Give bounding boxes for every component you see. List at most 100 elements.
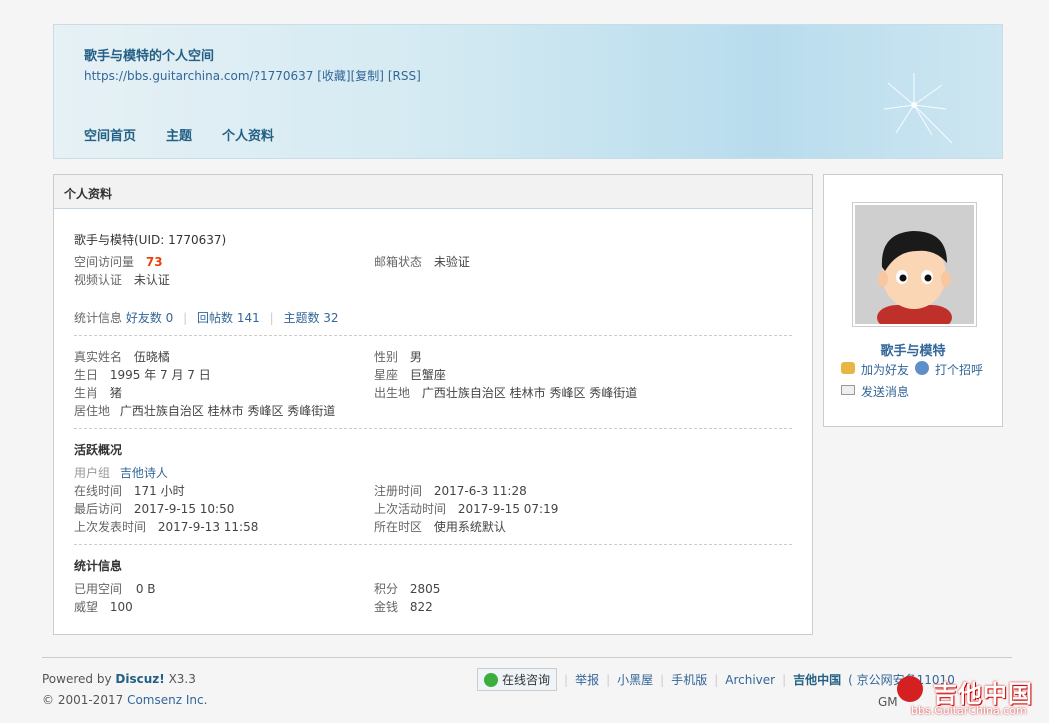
add-friend-link[interactable]: 加为好友	[861, 361, 909, 378]
chinese-zodiac-value: 猪	[109, 386, 122, 400]
email-value: 未验证	[433, 255, 470, 269]
timezone-value: 使用系统默认	[433, 520, 506, 534]
reg-label: 注册时间	[374, 484, 423, 498]
chat-icon	[484, 672, 498, 687]
residence-row: 居住地 广西壮族自治区 桂林市 秀峰区 秀峰街道	[74, 402, 335, 419]
divider: |	[183, 311, 188, 325]
video-label: 视频认证	[74, 273, 123, 287]
divider: |	[606, 672, 611, 687]
stats-title: 统计信息	[74, 559, 123, 573]
divider-line	[74, 428, 792, 429]
send-message-link[interactable]: 发送消息	[861, 383, 909, 400]
credits-row: 积分 2805	[374, 580, 440, 597]
nav-threads[interactable]: 主题	[166, 125, 192, 144]
favorite-link[interactable]: [收藏]	[317, 69, 350, 83]
money-row: 金钱 822	[374, 598, 433, 615]
birthday-row: 生日 1995 年 7 月 7 日	[74, 366, 211, 383]
reg-row: 注册时间 2017-6-3 11:28	[374, 482, 527, 499]
realname-label: 真实姓名	[74, 350, 123, 364]
threads-count-link[interactable]: 主题数 32	[283, 311, 338, 325]
card-username[interactable]: 歌手与模特	[824, 340, 1002, 359]
realname-value: 伍晓橘	[133, 350, 170, 364]
lastpost-label: 上次发表时间	[74, 520, 147, 534]
lastvisit-row: 最后访问 2017-9-15 10:50	[74, 500, 234, 517]
gender-row: 性别 男	[374, 348, 422, 365]
space-header: 歌手与模特的个人空间 https://bbs.guitarchina.com/?…	[53, 24, 1003, 159]
greet-icon	[915, 361, 930, 375]
gender-label: 性别	[374, 350, 399, 364]
rss-link[interactable]: [RSS]	[388, 69, 421, 83]
nav-space-home[interactable]: 空间首页	[84, 125, 136, 144]
timezone-row: 所在时区 使用系统默认	[374, 518, 506, 535]
space-url[interactable]: https://bbs.guitarchina.com/?1770637	[84, 69, 313, 83]
blacklist-link[interactable]: 小黑屋	[617, 671, 653, 688]
prestige-value: 100	[109, 600, 133, 614]
lastactive-label: 上次活动时间	[374, 502, 447, 516]
online-consult-button[interactable]: 在线咨询	[477, 668, 558, 691]
user-card: 歌手与模特 加为好友 打个招呼 发送消息	[823, 174, 1003, 427]
gender-value: 男	[409, 350, 422, 364]
space-url-line: https://bbs.guitarchina.com/?1770637 [收藏…	[84, 67, 421, 84]
lastvisit-label: 最后访问	[74, 502, 123, 516]
zodiac-row: 星座 巨蟹座	[374, 366, 446, 383]
birthplace-value: 广西壮族自治区 桂林市 秀峰区 秀峰街道	[421, 386, 638, 400]
group-label: 用户组	[74, 466, 111, 480]
space-value: 0 B	[135, 582, 156, 596]
nav-profile[interactable]: 个人资料	[222, 125, 274, 144]
copyright: © 2001-2017	[42, 693, 124, 707]
reg-value: 2017-6-3 11:28	[433, 484, 527, 498]
replies-count-link[interactable]: 回帖数 141	[197, 311, 260, 325]
copy-link[interactable]: [复制]	[351, 69, 384, 83]
lastactive-value: 2017-9-15 07:19	[457, 502, 559, 516]
watermark-url: bbs.GuitarChina.com	[911, 704, 1027, 717]
prestige-row: 威望 100	[74, 598, 133, 615]
email-label: 邮箱状态	[374, 255, 423, 269]
video-value: 未认证	[133, 273, 170, 287]
birthday-label: 生日	[74, 368, 99, 382]
mobile-link[interactable]: 手机版	[671, 671, 707, 688]
timezone-label: 所在时区	[374, 520, 423, 534]
consult-label: 在线咨询	[502, 673, 551, 687]
stats-row: 统计信息 好友数 0 | 回帖数 141 | 主题数 32	[74, 309, 339, 326]
online-value: 171 小时	[133, 484, 185, 498]
greet-link[interactable]: 打个招呼	[935, 361, 983, 378]
prestige-label: 威望	[74, 600, 99, 614]
comsenz-link[interactable]: Comsenz Inc.	[127, 693, 207, 707]
visits-label: 空间访问量	[74, 255, 135, 269]
friends-count-link[interactable]: 好友数 0	[126, 311, 173, 325]
divider: |	[564, 672, 569, 687]
version: X3.3	[168, 672, 196, 686]
stats-label: 统计信息	[74, 311, 123, 325]
zodiac-value: 巨蟹座	[409, 368, 446, 382]
space-title[interactable]: 歌手与模特的个人空间	[84, 45, 214, 64]
residence-label: 居住地	[74, 404, 111, 418]
activity-title: 活跃概况	[74, 443, 123, 457]
report-link[interactable]: 举报	[575, 671, 599, 688]
profile-panel: 个人资料 歌手与模特(UID: 1770637) 空间访问量 73 邮箱状态 未…	[53, 174, 813, 635]
online-row: 在线时间 171 小时	[74, 482, 185, 499]
lastpost-row: 上次发表时间 2017-9-13 11:58	[74, 518, 258, 535]
avatar-image	[855, 205, 974, 324]
site-link[interactable]: 吉他中国	[793, 671, 841, 688]
divider-line	[74, 544, 792, 545]
email-row: 邮箱状态 未验证	[374, 253, 470, 270]
video-row: 视频认证 未认证	[74, 271, 170, 288]
chinese-zodiac-label: 生肖	[74, 386, 99, 400]
guitar-icon	[897, 676, 923, 702]
divider: |	[269, 311, 274, 325]
space-row: 已用空间 0 B	[74, 580, 156, 597]
space-label: 已用空间	[74, 582, 123, 596]
money-label: 金钱	[374, 600, 399, 614]
discuz-link[interactable]: Discuz!	[115, 672, 164, 686]
online-label: 在线时间	[74, 484, 123, 498]
divider: |	[782, 672, 787, 687]
archiver-link[interactable]: Archiver	[725, 673, 775, 687]
zodiac-label: 星座	[374, 368, 399, 382]
group-value[interactable]: 吉他诗人	[120, 466, 168, 480]
envelope-icon	[841, 385, 855, 395]
avatar[interactable]	[852, 202, 977, 327]
card-actions: 加为好友 打个招呼	[841, 361, 983, 378]
realname-row: 真实姓名 伍晓橘	[74, 348, 170, 365]
watermark-logo: 吉他中国 bbs.GuitarChina.com	[895, 672, 1045, 720]
add-friend-icon	[841, 362, 855, 374]
